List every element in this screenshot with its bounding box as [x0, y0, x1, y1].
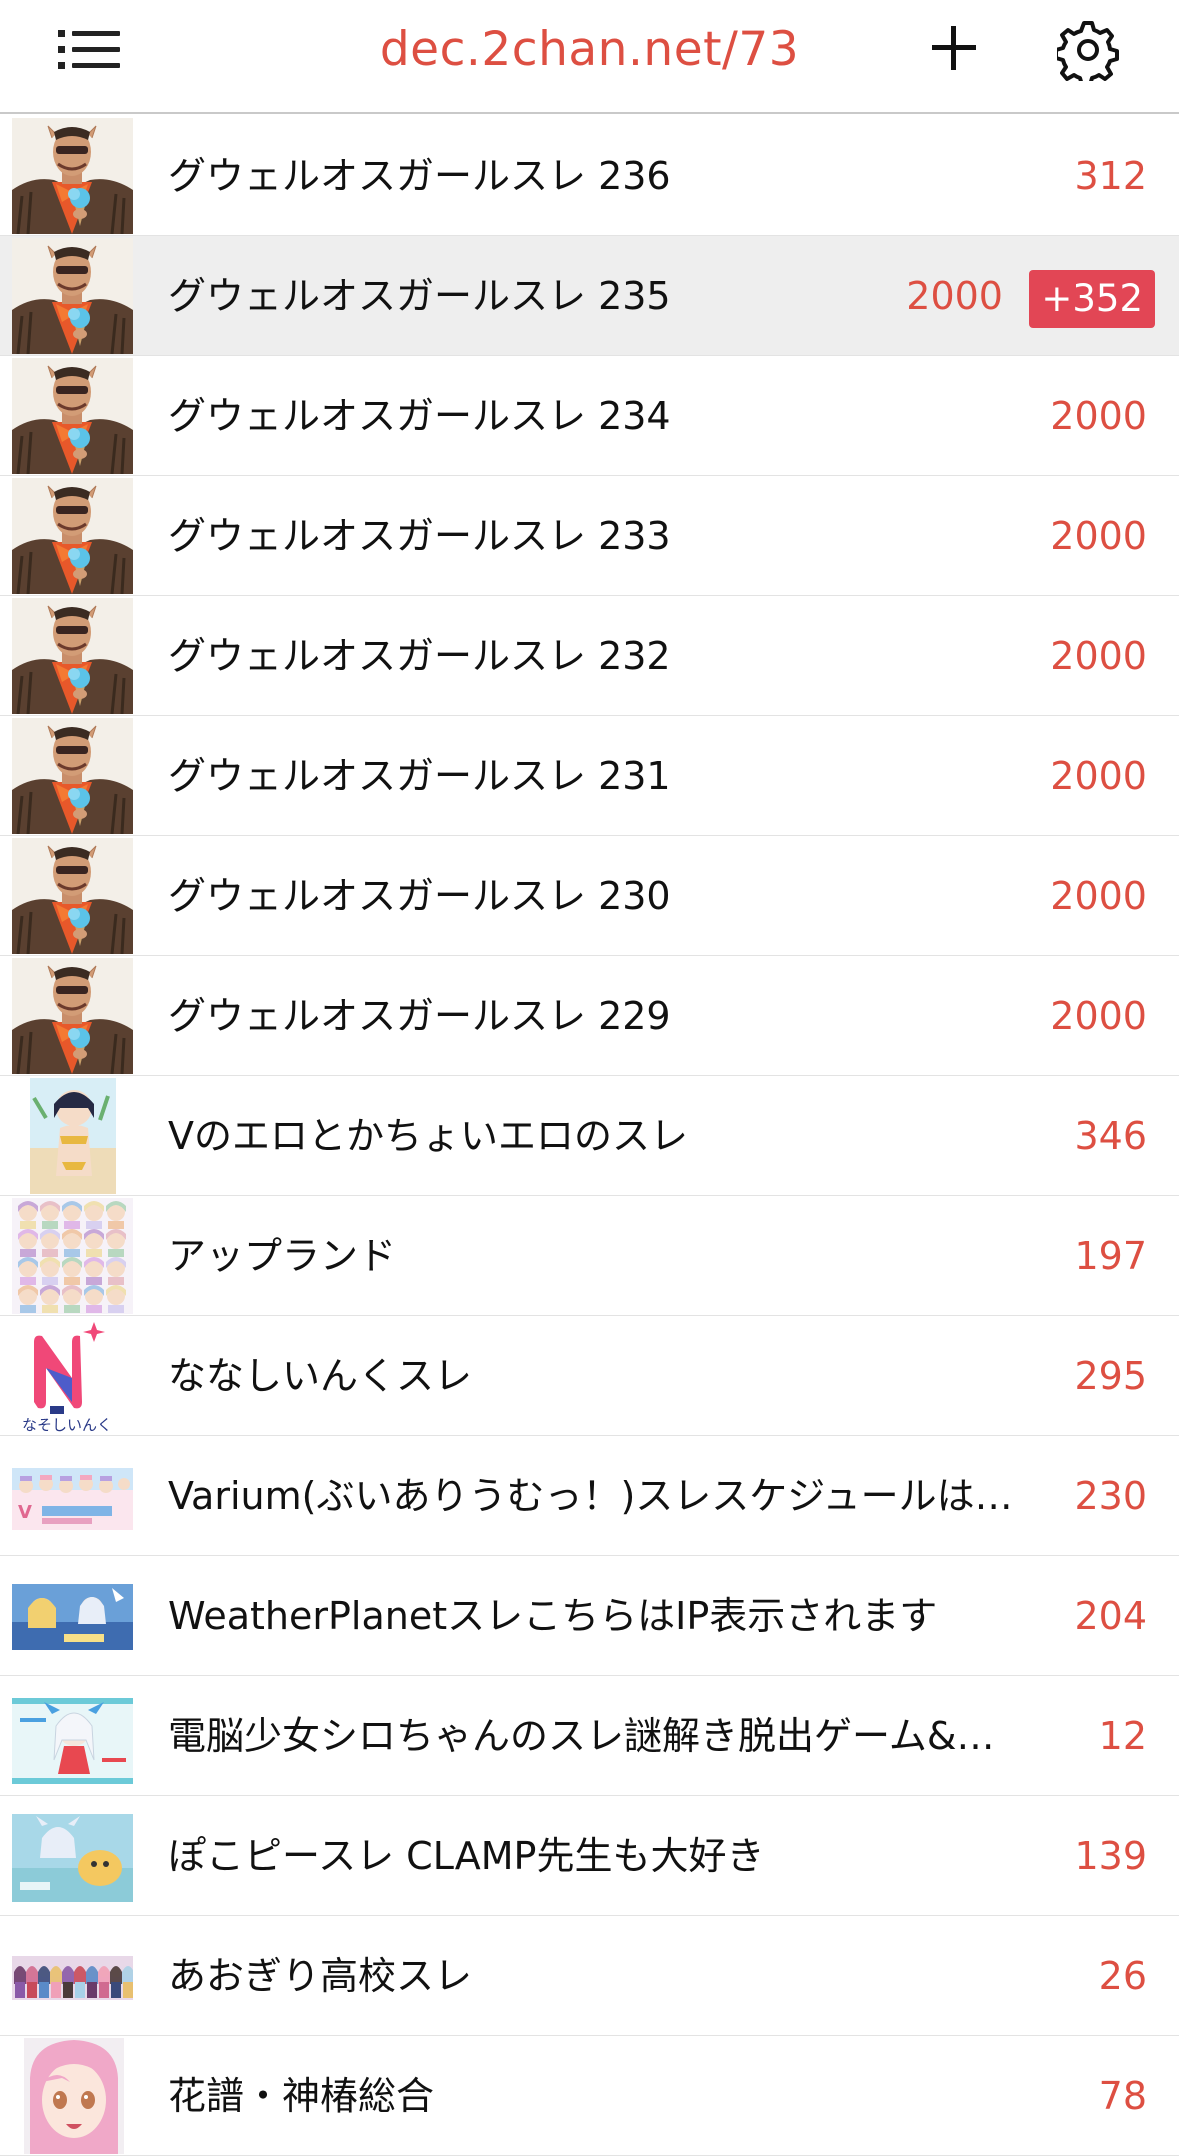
thread-thumbnail	[12, 598, 133, 714]
thread-row[interactable]: グウェルオスガールスレ 233 2000	[0, 476, 1179, 596]
thread-thumbnail	[12, 1558, 133, 1674]
thread-title: グウェルオスガールスレ 231	[168, 754, 671, 798]
thread-thumbnail	[12, 958, 133, 1074]
thread-title: WeatherPlanetスレこちらはIP表示されます	[168, 1594, 938, 1638]
thread-row[interactable]: アップランド 197	[0, 1196, 1179, 1316]
thread-thumbnail	[12, 1078, 133, 1194]
thread-title: グウェルオスガールスレ 234	[168, 394, 671, 438]
thread-thumbnail	[12, 1678, 133, 1794]
thread-title: Varium(ぶいありうむっ！)スレスケジュールはこち…	[168, 1474, 1029, 1518]
thread-title: Vのエロとかちょいエロのスレ	[168, 1114, 688, 1158]
reply-count: 230	[1074, 1474, 1147, 1518]
thread-row[interactable]: V Varium(ぶいありうむっ！)スレスケジュールはこち… 230	[0, 1436, 1179, 1556]
thread-row[interactable]: グウェルオスガールスレ 231 2000	[0, 716, 1179, 836]
svg-text:V: V	[18, 1502, 32, 1523]
reply-count: 12	[1098, 1714, 1147, 1758]
thread-thumbnail	[12, 718, 133, 834]
thread-list: グウェルオスガールスレ 236 312 グウェルオスガールスレ 235 2000 +3…	[0, 116, 1179, 2156]
thread-thumbnail	[12, 118, 133, 234]
board-title: dec.2chan.net/73	[379, 22, 800, 77]
thread-thumbnail	[12, 238, 133, 354]
thread-title: グウェルオスガールスレ 235	[168, 274, 671, 318]
reply-count: 26	[1098, 1954, 1147, 1998]
thread-row[interactable]: WeatherPlanetスレこちらはIP表示されます 204	[0, 1556, 1179, 1676]
thread-thumbnail	[12, 838, 133, 954]
thread-row[interactable]: グウェルオスガールスレ 229 2000	[0, 956, 1179, 1076]
thread-thumbnail	[12, 1798, 133, 1914]
plus-icon[interactable]	[928, 22, 980, 74]
reply-count: 78	[1098, 2074, 1147, 2118]
thread-row[interactable]: Vのエロとかちょいエロのスレ 346	[0, 1076, 1179, 1196]
thread-title: グウェルオスガールスレ 229	[168, 994, 671, 1038]
reply-count: 2000	[1050, 634, 1147, 678]
thread-row[interactable]: あおぎり高校スレ 26	[0, 1916, 1179, 2036]
thread-thumbnail	[12, 2038, 133, 2154]
thread-row[interactable]: グウェルオスガールスレ 234 2000	[0, 356, 1179, 476]
reply-count: 346	[1074, 1114, 1147, 1158]
reply-count: 312	[1074, 154, 1147, 198]
svg-text:なそしいんく: なそしいんく	[22, 1416, 112, 1434]
reply-count: 2000	[1050, 994, 1147, 1038]
thread-thumbnail	[12, 1198, 133, 1314]
reply-count: 2000	[1050, 874, 1147, 918]
thread-title: グウェルオスガールスレ 232	[168, 634, 671, 678]
thread-title: 電脳少女シロちゃんのスレ謎解き脱出ゲーム&コラボ…	[168, 1714, 1029, 1758]
thread-thumbnail: V	[12, 1438, 133, 1554]
gear-icon[interactable]	[1054, 19, 1119, 87]
thread-thumbnail	[12, 1918, 133, 2034]
thread-row[interactable]: グウェルオスガールスレ 236 312	[0, 116, 1179, 236]
reply-count: 2000	[1050, 394, 1147, 438]
thread-row[interactable]: グウェルオスガールスレ 230 2000	[0, 836, 1179, 956]
navigation-bar: dec.2chan.net/73	[0, 0, 1179, 114]
thread-row[interactable]: グウェルオスガールスレ 235 2000 +352	[0, 236, 1179, 356]
thread-thumbnail	[12, 478, 133, 594]
thread-row[interactable]: 電脳少女シロちゃんのスレ謎解き脱出ゲーム&コラボ… 12	[0, 1676, 1179, 1796]
new-replies-badge: +352	[1029, 270, 1155, 328]
reply-count: 2000	[1050, 514, 1147, 558]
thread-title: グウェルオスガールスレ 230	[168, 874, 671, 918]
thread-thumbnail	[12, 358, 133, 474]
thread-title: ななしいんくスレ	[168, 1354, 473, 1398]
reply-count: 204	[1074, 1594, 1147, 1638]
thread-row[interactable]: ぽこピースレ CLAMP先生も大好き 139	[0, 1796, 1179, 1916]
reply-count: 197	[1074, 1234, 1147, 1278]
thread-thumbnail: なそしいんく	[12, 1318, 133, 1434]
thread-title: ぽこピースレ CLAMP先生も大好き	[168, 1834, 765, 1878]
thread-title: グウェルオスガールスレ 233	[168, 514, 671, 558]
reply-count: 139	[1074, 1834, 1147, 1878]
thread-title: アップランド	[168, 1234, 397, 1278]
thread-title: 花譜・神椿総合	[168, 2074, 435, 2118]
thread-row[interactable]: なそしいんく ななしいんくスレ 295	[0, 1316, 1179, 1436]
reply-count: 295	[1074, 1354, 1147, 1398]
thread-title: グウェルオスガールスレ 236	[168, 154, 671, 198]
thread-row[interactable]: 花譜・神椿総合 78	[0, 2036, 1179, 2156]
thread-row[interactable]: グウェルオスガールスレ 232 2000	[0, 596, 1179, 716]
reply-count: 2000	[1050, 754, 1147, 798]
thread-title: あおぎり高校スレ	[168, 1954, 473, 1998]
reply-count: 2000	[906, 274, 1003, 318]
